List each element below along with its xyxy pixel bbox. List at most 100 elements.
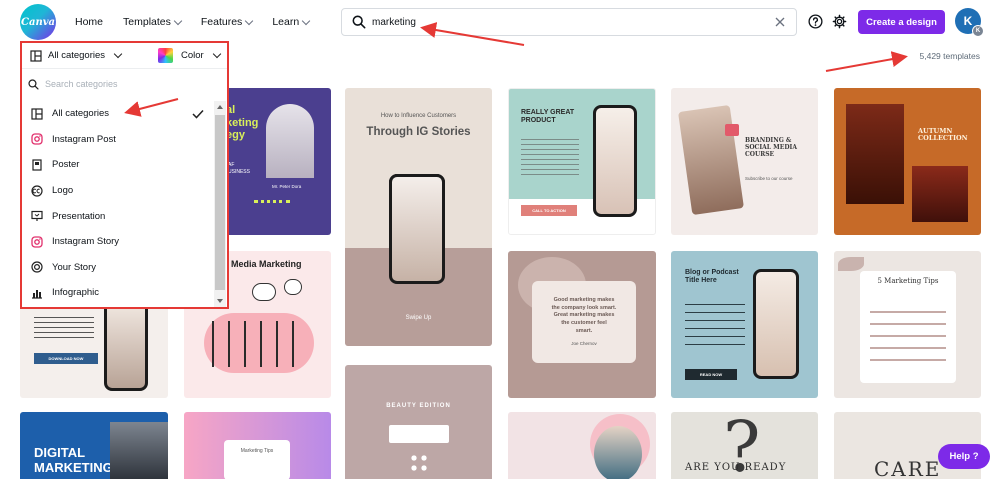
template-title: l Media Marketing xyxy=(226,259,302,269)
category-item-your-story[interactable]: Your Story xyxy=(22,255,212,281)
scroll-down-icon[interactable] xyxy=(217,299,223,303)
template-person: Mr. Peter Dora xyxy=(272,184,302,189)
avatar-initial: K xyxy=(963,14,973,28)
swipe-up-label: Swipe Up xyxy=(405,315,432,321)
category-select[interactable]: All categories xyxy=(22,43,146,69)
template-subtitle: AF USINESS xyxy=(228,162,250,175)
phone-mockup xyxy=(104,301,148,391)
template-card[interactable]: ? ARE YOU READY xyxy=(671,412,818,479)
template-subtitle: Subscribe to our course xyxy=(745,176,793,181)
template-title: CARE xyxy=(874,457,942,479)
nav-features-label: Features xyxy=(200,16,243,28)
photo xyxy=(110,422,168,479)
template-subtitle: How to Influence Customers xyxy=(380,113,457,119)
category-item-label: Instagram Story xyxy=(52,236,120,248)
photo xyxy=(266,104,314,178)
settings-button[interactable] xyxy=(830,12,848,30)
category-item-label: Poster xyxy=(52,159,80,171)
photo xyxy=(725,124,739,136)
help-button[interactable]: Help ? xyxy=(938,444,990,469)
instagram-icon xyxy=(31,133,43,146)
layout-icon xyxy=(31,108,43,120)
zigzag-decoration xyxy=(254,200,290,212)
poster-icon xyxy=(31,159,43,171)
nav-templates[interactable]: Templates xyxy=(123,16,183,28)
category-item-logo[interactable]: Logo xyxy=(22,178,212,204)
cta-button: DOWNLOAD NOW xyxy=(34,353,98,364)
cta-button: READ NOW xyxy=(685,369,737,380)
template-title: REALLY GREAT PRODUCT xyxy=(521,109,575,125)
category-item-label: Presentation xyxy=(52,210,106,222)
template-text xyxy=(34,313,94,339)
nav-features[interactable]: Features xyxy=(200,16,254,28)
nav-learn[interactable]: Learn xyxy=(272,16,311,28)
template-title: BEAUTY EDITION xyxy=(386,403,451,409)
category-select-label: All categories xyxy=(48,50,106,61)
help-icon[interactable] xyxy=(806,12,824,30)
category-item-label: Logo xyxy=(52,185,74,197)
question-circle-icon xyxy=(807,13,823,29)
gear-icon xyxy=(832,14,846,28)
phone-mockup xyxy=(593,105,637,217)
search-input[interactable] xyxy=(372,16,752,28)
template-card[interactable] xyxy=(508,412,656,479)
chevron-down-icon xyxy=(173,16,183,25)
template-card[interactable]: AUTUMN COLLECTION xyxy=(834,88,981,235)
template-text xyxy=(685,297,745,347)
template-card[interactable]: DIGITAL MARKETING xyxy=(20,412,168,479)
photo xyxy=(594,426,642,479)
tips-card xyxy=(224,440,290,479)
category-item-label: Infographic xyxy=(52,287,100,299)
category-item-label: Your Story xyxy=(52,261,97,273)
template-text xyxy=(521,135,579,175)
chevron-down-icon xyxy=(212,49,221,59)
template-card[interactable]: How to Influence Customers Through IG St… xyxy=(345,88,492,346)
template-author: Joe Chernov xyxy=(571,341,597,346)
template-card[interactable]: 5 Marketing Tips xyxy=(834,251,981,398)
color-select[interactable]: Color xyxy=(146,43,221,69)
template-title: ARE YOU READY xyxy=(685,462,787,473)
template-title: 5 Marketing Tips xyxy=(877,277,939,285)
category-item-all-categories[interactable]: All categories xyxy=(22,101,212,127)
category-item-instagram-post[interactable]: Instagram Post xyxy=(22,127,212,153)
nav-home[interactable]: Home xyxy=(75,16,103,28)
category-item-infographic[interactable]: Infographic xyxy=(22,280,212,306)
template-card[interactable]: BRANDING & SOCIAL MEDIA COURSE Subscribe… xyxy=(671,88,818,235)
main-nav: Home Templates Features Learn xyxy=(75,0,329,44)
create-design-button[interactable]: Create a design xyxy=(858,10,945,34)
filter-bar: All categories Color xyxy=(22,43,227,69)
template-card[interactable]: REALLY GREAT PRODUCT CALL TO ACTION xyxy=(508,88,656,235)
category-item-label: All categories xyxy=(52,108,110,120)
clear-search-icon[interactable] xyxy=(774,16,786,28)
category-item-presentation[interactable]: Presentation xyxy=(22,203,212,229)
search-bar[interactable] xyxy=(341,8,797,36)
scrollbar-thumb[interactable] xyxy=(215,115,225,290)
scroll-up-icon[interactable] xyxy=(217,105,223,109)
template-text xyxy=(870,303,946,367)
avatar[interactable]: K K xyxy=(955,8,984,37)
template-title: AUTUMN COLLECTION xyxy=(918,127,968,143)
nav-templates-label: Templates xyxy=(123,16,171,28)
template-title: al keting egy xyxy=(226,104,259,142)
template-card[interactable]: BEAUTY EDITION xyxy=(345,365,492,479)
template-card[interactable]: Marketing Tips xyxy=(184,412,331,479)
canva-logo[interactable]: Canva xyxy=(20,4,56,40)
search-icon xyxy=(352,15,366,29)
template-quote: Good marketing makes the company look sm… xyxy=(551,297,617,334)
template-title: Through IG Stories xyxy=(366,126,471,138)
leaf-decoration xyxy=(838,257,864,271)
category-search[interactable] xyxy=(28,74,220,94)
category-item-instagram-story[interactable]: Instagram Story xyxy=(22,229,212,255)
search-icon xyxy=(28,78,39,90)
template-card[interactable]: Blog or Podcast Title Here READ NOW xyxy=(671,251,818,398)
template-card[interactable]: Good marketing makes the company look sm… xyxy=(508,251,656,398)
category-list-scrollbar[interactable] xyxy=(214,101,226,307)
dots-decoration xyxy=(409,453,429,473)
category-item-poster[interactable]: Poster xyxy=(22,152,212,178)
presentation-icon xyxy=(31,210,43,222)
cta-button: CALL TO ACTION xyxy=(521,205,577,216)
chevron-down-icon xyxy=(301,16,311,25)
category-search-input[interactable] xyxy=(45,79,205,89)
bar-chart-icon xyxy=(31,287,43,299)
category-filter-panel: All categories Color All categories Inst… xyxy=(20,41,229,309)
